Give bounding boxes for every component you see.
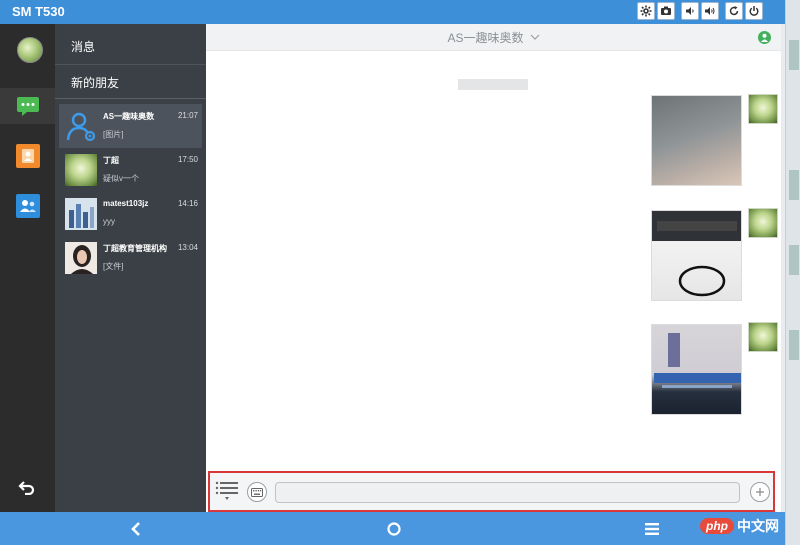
- my-avatar[interactable]: [17, 37, 43, 63]
- divider: [55, 98, 206, 99]
- chat-header: AS一趣味奥数: [206, 24, 781, 51]
- volume-up-icon[interactable]: [701, 2, 719, 20]
- online-status-icon: [758, 31, 771, 44]
- new-friends-item[interactable]: 新的朋友: [55, 64, 206, 100]
- desktop-edge: [785, 0, 800, 545]
- sender-avatar[interactable]: [748, 322, 778, 352]
- conversation-time: 21:07: [177, 111, 198, 120]
- conversation-item[interactable]: AS一趣味奥数 [图片] 21:07: [59, 104, 202, 148]
- rail-chats[interactable]: [0, 88, 55, 124]
- message-composer: [208, 471, 775, 512]
- nav-menu-icon[interactable]: [640, 517, 664, 541]
- chevron-down-icon[interactable]: [530, 32, 540, 42]
- message-timestamp: [458, 79, 528, 90]
- group-user-icon: [65, 110, 97, 142]
- rotate-icon[interactable]: [725, 2, 743, 20]
- conversation-name: 丁超: [103, 156, 119, 165]
- image-message[interactable]: [651, 210, 742, 301]
- conversation-time: 17:50: [177, 155, 198, 164]
- sender-avatar[interactable]: [748, 94, 778, 124]
- rail-groups[interactable]: [0, 188, 55, 224]
- conversation-item[interactable]: 丁超 疑似v一个 17:50: [59, 148, 202, 192]
- menu-list-icon[interactable]: [215, 480, 239, 502]
- conversation-name: AS一趣味奥数: [103, 112, 155, 121]
- nav-rail: [0, 24, 55, 512]
- add-icon[interactable]: [750, 482, 770, 502]
- image-message[interactable]: [651, 95, 742, 186]
- camera-icon[interactable]: [657, 2, 675, 20]
- conversation-preview: [图片]: [103, 130, 124, 139]
- sender-avatar[interactable]: [748, 208, 778, 238]
- chat-pane: AS一趣味奥数: [206, 24, 781, 512]
- desktop-thumbnail: [789, 245, 799, 275]
- rail-contacts[interactable]: [0, 138, 55, 174]
- power-icon[interactable]: [745, 2, 763, 20]
- flower-avatar: [65, 154, 97, 186]
- gear-icon[interactable]: [637, 2, 655, 20]
- chat-title[interactable]: AS一趣味奥数: [447, 29, 523, 46]
- conversation-name: matest103jz: [103, 199, 149, 208]
- chat-bubble-icon: [16, 94, 40, 118]
- message-input[interactable]: [275, 482, 740, 503]
- nav-home-icon[interactable]: [382, 517, 406, 541]
- desktop-thumbnail: [789, 330, 799, 360]
- person-avatar: [65, 242, 97, 274]
- building-avatar: [65, 198, 97, 230]
- watermark-brand: php: [700, 518, 734, 534]
- desktop-thumbnail: [789, 40, 799, 70]
- conversation-name: 丁超教育管理机构: [103, 244, 167, 253]
- conversation-time: 13:04: [177, 243, 198, 252]
- desktop-thumbnail: [789, 170, 799, 200]
- conversation-item[interactable]: matest103jz yyy 14:16: [59, 192, 202, 236]
- group-chat-icon: [15, 194, 40, 218]
- conversation-preview: [文件]: [103, 262, 124, 271]
- conversation-time: 14:16: [177, 199, 198, 208]
- conversation-item[interactable]: 丁超教育管理机构 [文件] 13:04: [59, 236, 202, 280]
- messages-header[interactable]: 消息: [55, 28, 206, 64]
- system-nav-bar: [0, 512, 785, 545]
- title-bar: SM T530: [0, 0, 785, 24]
- emulator-window: SM T530 消息 新的朋友 AS一趣味奥数 [图片] 21:07 丁超 疑似…: [0, 0, 800, 545]
- watermark-text: 中文网: [737, 518, 779, 534]
- conversation-preview: yyy: [103, 217, 115, 226]
- image-message[interactable]: [651, 324, 742, 415]
- nav-back-icon[interactable]: [124, 517, 148, 541]
- watermark-logo: php 中文网: [700, 514, 779, 538]
- volume-down-icon[interactable]: [681, 2, 699, 20]
- conversation-preview: 疑似v一个: [103, 174, 139, 183]
- keyboard-icon[interactable]: [247, 482, 267, 502]
- window-controls: [637, 2, 763, 20]
- window-title: SM T530: [12, 4, 65, 19]
- back-icon[interactable]: [18, 479, 36, 500]
- contact-card-icon: [15, 144, 40, 168]
- conversation-list: 消息 新的朋友 AS一趣味奥数 [图片] 21:07 丁超 疑似v一个 17:5…: [55, 24, 206, 512]
